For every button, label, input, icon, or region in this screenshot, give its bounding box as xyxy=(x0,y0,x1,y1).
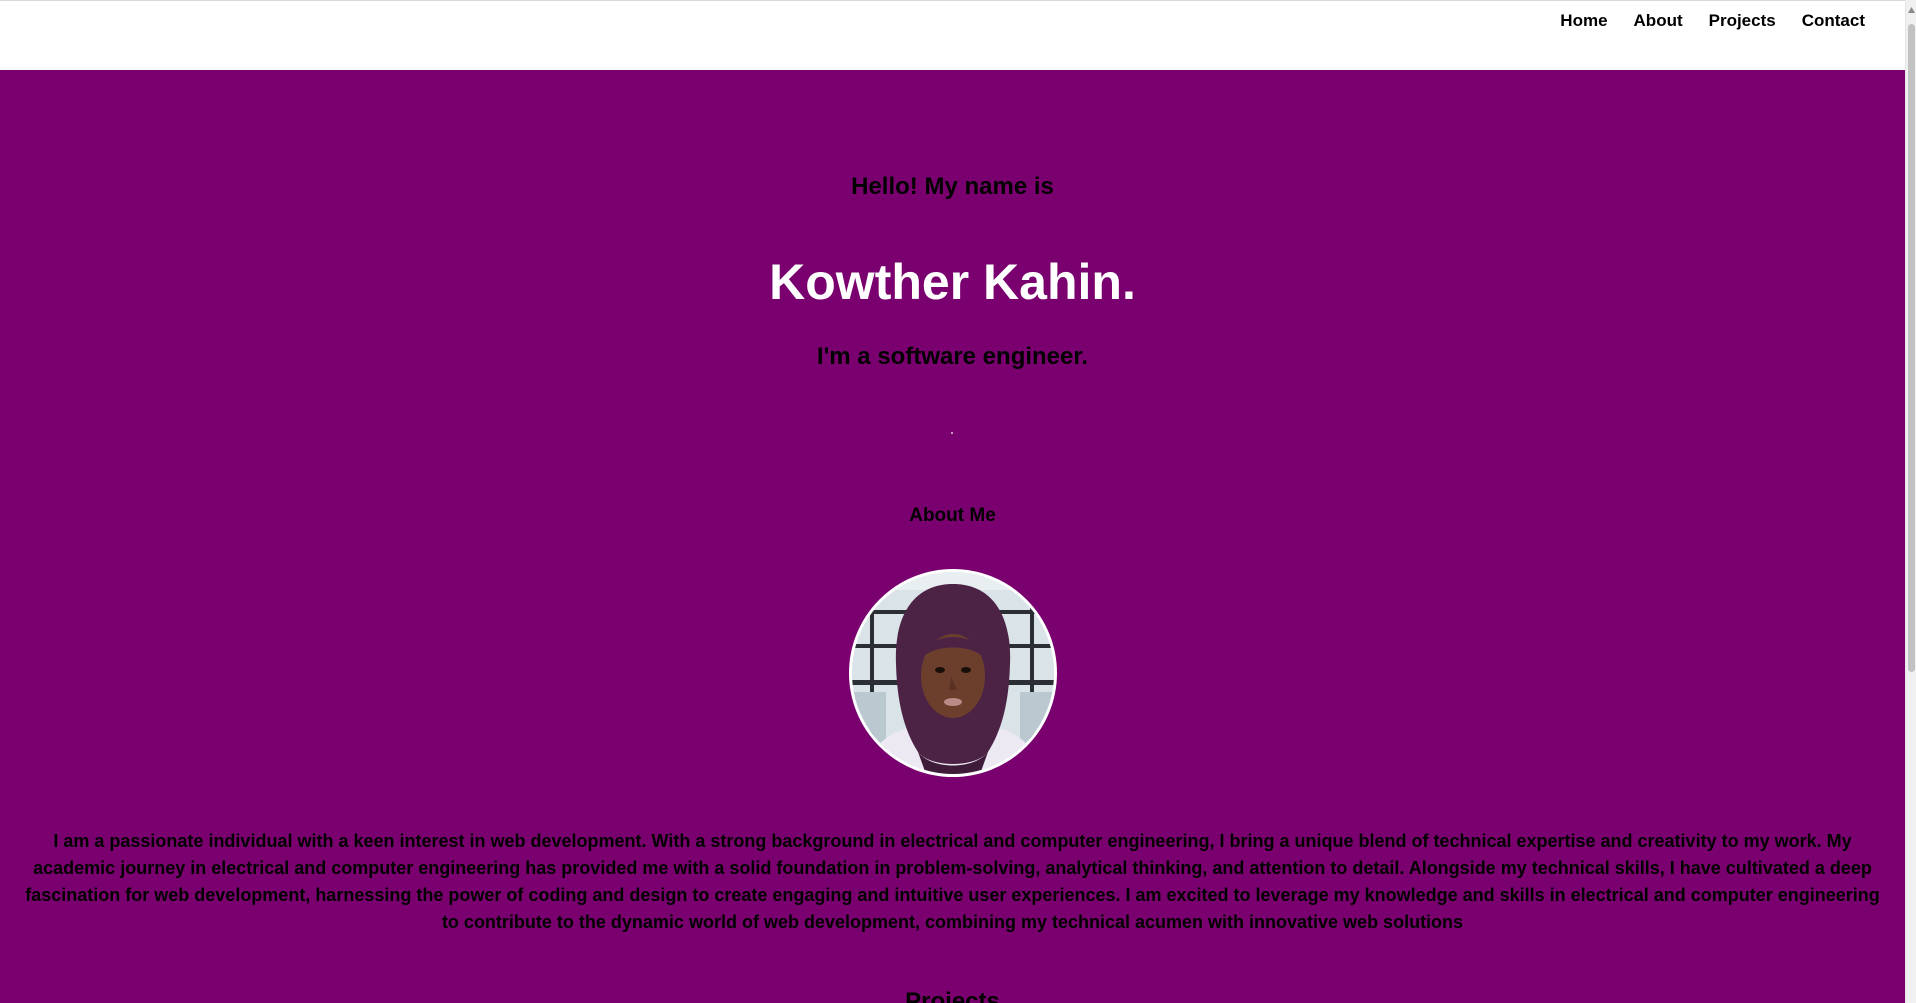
main-content: Hello! My name is Kowther Kahin. I'm a s… xyxy=(0,70,1905,1003)
decorative-dot xyxy=(951,432,953,434)
navbar: Home About Projects Contact xyxy=(0,1,1905,70)
profile-avatar xyxy=(849,569,1057,777)
nav-link-home[interactable]: Home xyxy=(1560,11,1607,31)
hero-role: I'm a software engineer. xyxy=(816,343,1089,370)
nav-links: Home About Projects Contact xyxy=(1560,11,1865,31)
scroll-up-arrow-icon[interactable] xyxy=(1908,6,1915,14)
hero-greeting: Hello! My name is xyxy=(851,173,1054,200)
nav-link-projects[interactable]: Projects xyxy=(1709,11,1776,31)
about-description: I am a passionate individual with a keen… xyxy=(25,831,1880,932)
projects-title: Projects xyxy=(905,988,1000,1003)
nav-link-contact[interactable]: Contact xyxy=(1802,11,1865,31)
hero-name: Kowther Kahin. xyxy=(769,254,1136,310)
scroll-thumb[interactable] xyxy=(1908,24,1915,672)
page-scrollbar[interactable] xyxy=(1905,0,1916,1003)
profile-photo xyxy=(852,572,1054,774)
nav-link-about[interactable]: About xyxy=(1634,11,1683,31)
about-title: About Me xyxy=(909,505,996,526)
